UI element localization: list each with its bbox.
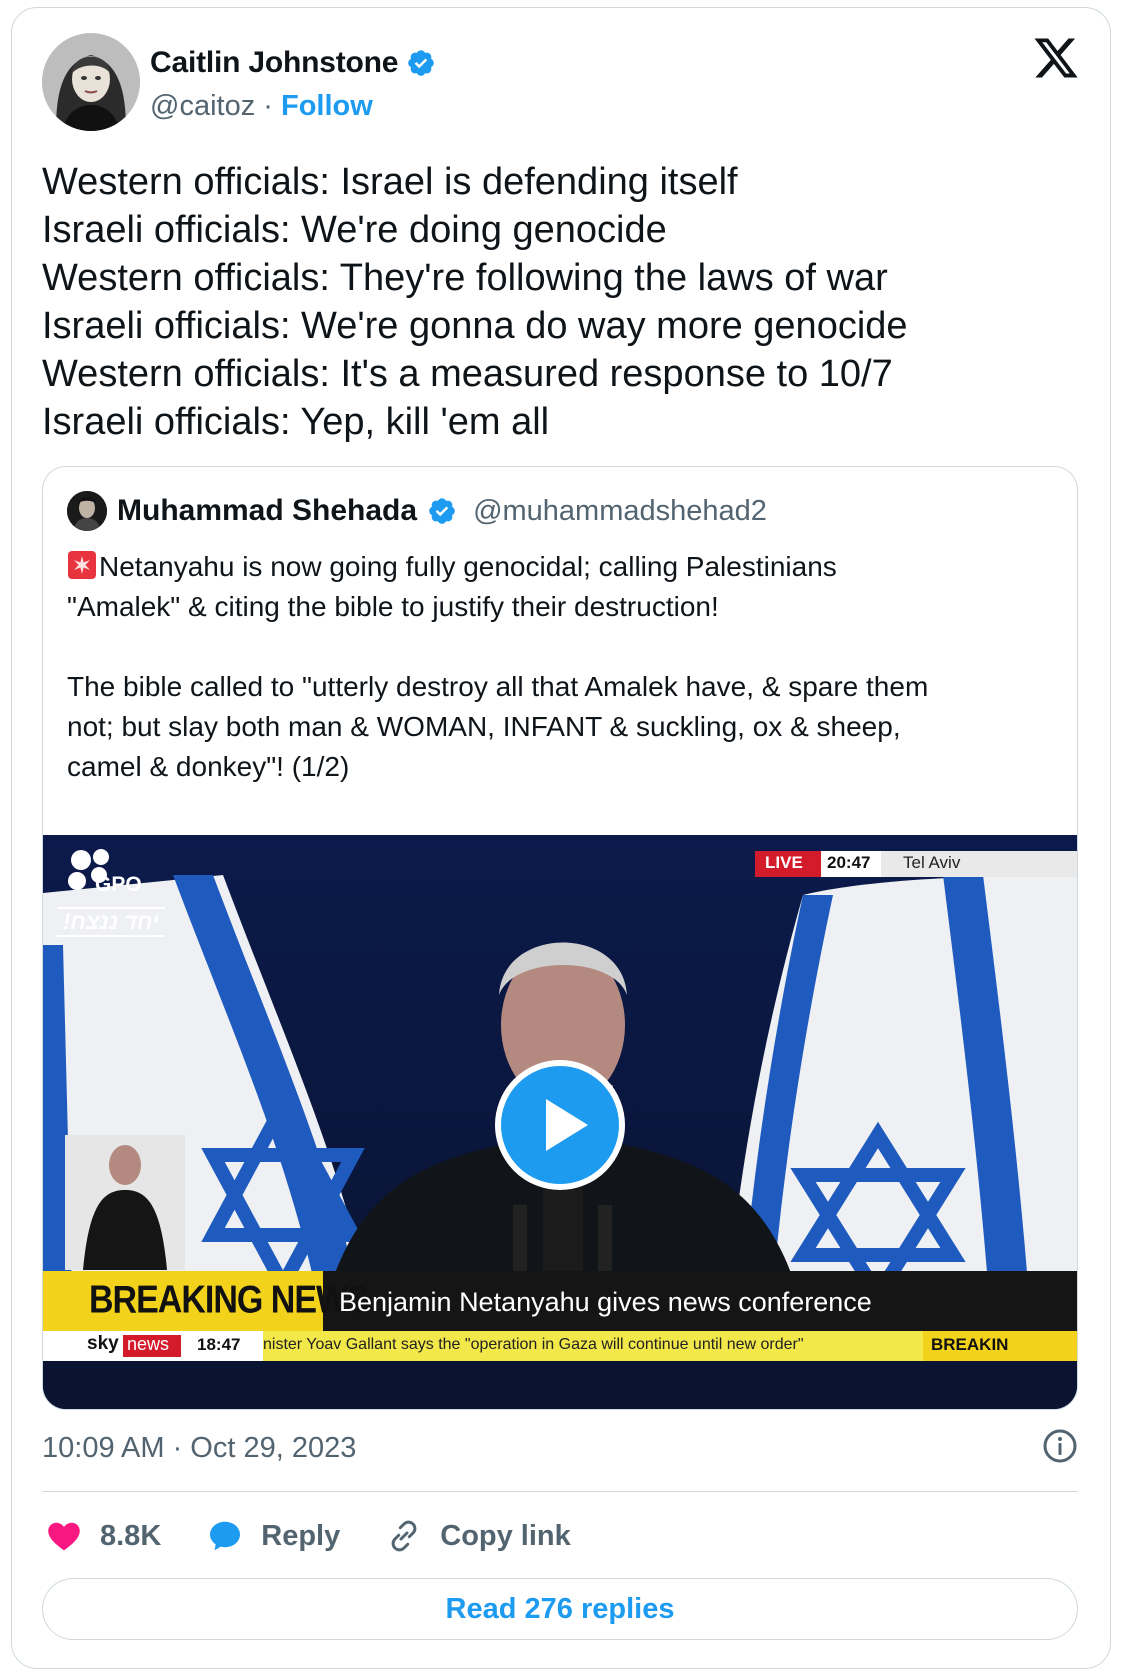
author-handle-row: @caitoz · Follow — [150, 90, 373, 123]
author-avatar[interactable] — [42, 33, 140, 131]
quote-line: not; but slay both man & WOMAN, INFANT &… — [67, 711, 901, 742]
author-name-row: Caitlin Johnstone — [150, 46, 436, 80]
quote-line: camel & donkey"! (1/2) — [67, 751, 350, 782]
quote-line: The bible called to "utterly destroy all… — [67, 671, 929, 702]
read-replies-label: Read 276 replies — [445, 1592, 675, 1625]
gpo-label: GPO — [95, 873, 142, 896]
siren-icon — [68, 551, 96, 579]
author-name[interactable]: Caitlin Johnstone — [150, 46, 398, 80]
tweet-timestamp[interactable]: 10:09 AM · Oct 29, 2023 — [42, 1432, 356, 1465]
live-badge: LIVE — [765, 853, 803, 872]
hebrew-label: יחד ננצח! — [57, 907, 165, 937]
tweet-line: Western officials: Israel is defending i… — [42, 161, 738, 203]
video-player[interactable]: LIVE 20:47 Tel Aviv GPO יחד ננצח! BREAKI… — [43, 835, 1077, 1409]
quote-author-name: Muhammad Shehada — [117, 494, 418, 527]
verified-badge-icon — [408, 50, 435, 76]
sky-label: sky — [87, 1333, 119, 1354]
verified-badge-icon — [429, 498, 455, 524]
info-icon[interactable] — [1040, 1426, 1080, 1466]
quoted-tweet[interactable]: Muhammad Shehada @muhammadshehad2 Netany… — [42, 466, 1078, 1410]
heart-icon — [48, 1522, 80, 1551]
quote-line: Netanyahu is now going fully genocidal; … — [67, 547, 1057, 587]
author-handle[interactable]: @caitoz — [150, 90, 255, 122]
handle-separator: · — [255, 90, 281, 122]
quote-author-handle: @muhammadshehad2 — [473, 494, 767, 527]
quote-header: Muhammad Shehada @muhammadshehad2 — [67, 491, 767, 531]
quote-line-text: Netanyahu is now going fully genocidal; … — [99, 551, 837, 582]
tweet-text: Western officials: Israel is defending i… — [42, 158, 1082, 446]
reply-bubble-icon — [210, 1521, 241, 1551]
read-replies-button[interactable]: Read 276 replies — [42, 1578, 1078, 1640]
like-count: 8.8K — [100, 1519, 162, 1552]
quote-text: Netanyahu is now going fully genocidal; … — [67, 547, 1057, 787]
quote-line: "Amalek" & citing the bible to justify t… — [67, 591, 719, 622]
quote-avatar[interactable] — [67, 491, 107, 531]
tweet-line: Israeli officials: We're gonna do way mo… — [42, 305, 908, 347]
tweet-line: Western officials: They're following the… — [42, 257, 888, 299]
link-icon — [391, 1520, 417, 1552]
news-label: news — [127, 1334, 170, 1354]
copy-link-label: Copy link — [440, 1519, 571, 1552]
reply-button[interactable]: Reply — [207, 1518, 340, 1554]
tweet-line: Israeli officials: We're doing genocide — [42, 209, 667, 251]
tweet-line: Western officials: It's a measured respo… — [42, 353, 893, 395]
x-logo-icon[interactable] — [1032, 34, 1080, 82]
tweet-card: Caitlin Johnstone @caitoz · Follow Weste… — [11, 7, 1111, 1669]
divider — [42, 1491, 1078, 1492]
follow-button[interactable]: Follow — [281, 90, 373, 122]
live-time: 20:47 — [827, 853, 871, 872]
live-location: Tel Aviv — [903, 853, 961, 872]
reply-label: Reply — [261, 1519, 341, 1552]
like-button[interactable]: 8.8K — [46, 1518, 161, 1554]
play-icon[interactable] — [494, 1059, 626, 1191]
ticker-time: 18:47 — [197, 1335, 241, 1354]
action-bar: 8.8K Reply Copy link — [46, 1511, 617, 1561]
ticker-text: nister Yoav Gallant says the "operation … — [263, 1336, 804, 1353]
tweet-line: Israeli officials: Yep, kill 'em all — [42, 401, 550, 443]
news-headline: Benjamin Netanyahu gives news conference — [339, 1287, 872, 1317]
breaking-news-label: BREAKING NEWS — [89, 1278, 370, 1322]
ticker-breaking: BREAKIN — [931, 1335, 1009, 1354]
copy-link-button[interactable]: Copy link — [386, 1518, 571, 1554]
